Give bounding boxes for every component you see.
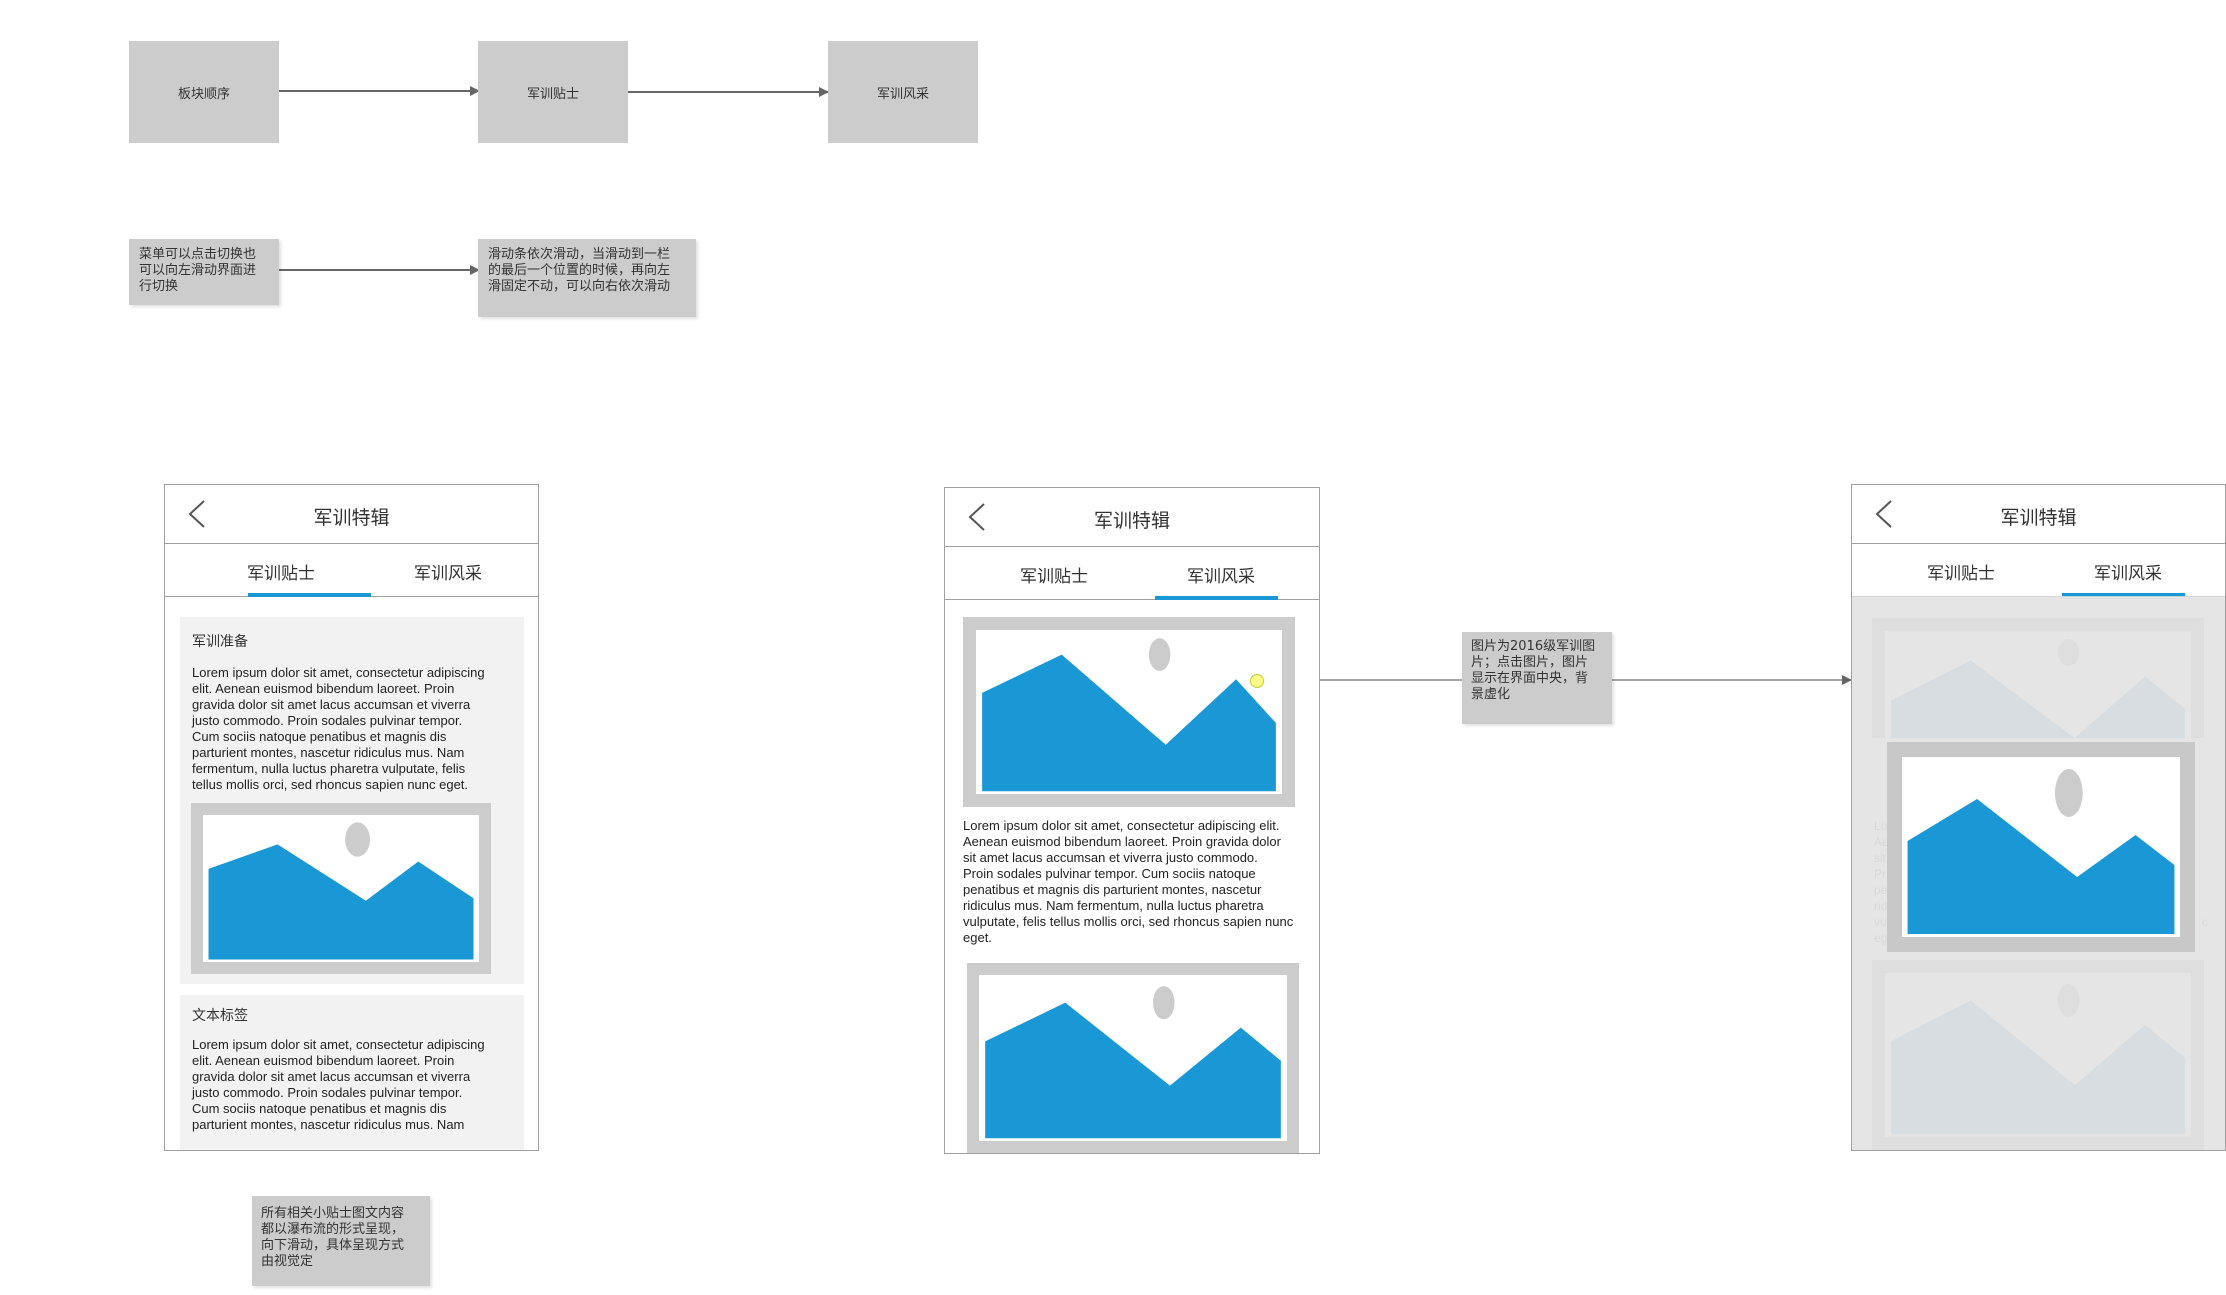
image-placeholder-inner xyxy=(203,815,479,962)
tip-card-title: 军训准备 xyxy=(192,634,248,650)
gallery-photo-inner xyxy=(976,630,1282,794)
tab-bar: 军训贴士 军训风采 xyxy=(165,543,538,597)
note-line: 滑动条依次滑动，当滑动到一栏 xyxy=(488,247,671,262)
enlarged-photo-inner xyxy=(1902,757,2180,937)
flow-box-gallery-label: 军训风采 xyxy=(876,86,929,102)
text-line: parturient montes, nascetur ridiculus mu… xyxy=(192,1117,465,1132)
text-line: gravida dolor sit amet lacus accumsan et… xyxy=(192,1069,471,1084)
text-line: tellus mollis orci, sed rhoncus sapien n… xyxy=(192,777,469,792)
text-line: sit amet lacus accumsan et viverra justo… xyxy=(963,850,1258,865)
tip-card-text: Lorem ipsum dolor sit amet, consectetur … xyxy=(192,665,485,793)
flow-box-tips-label: 军训贴士 xyxy=(526,86,579,102)
note-line: 滑固定不动，可以向右依次滑动 xyxy=(488,279,671,294)
app-header: 军训特辑 xyxy=(165,485,538,544)
text-line: Aenean euismod bibendum laoreet. Proin g… xyxy=(963,834,1281,849)
text-line: ridiculus mus. Nam fermentum, nulla luct… xyxy=(963,898,1264,913)
app-header: 军训特辑 xyxy=(1852,485,2225,544)
app-header: 军训特辑 xyxy=(945,488,1319,547)
note-line: 可以向左滑动界面进 xyxy=(139,263,257,278)
gallery-photo[interactable] xyxy=(967,963,1299,1153)
tab-gallery[interactable]: 军训风采 xyxy=(1161,562,1281,587)
flow-box-tips: 军训贴士 xyxy=(478,41,628,143)
page-title: 军训特辑 xyxy=(313,507,390,529)
selection-marker xyxy=(1250,674,1264,688)
enlarged-photo[interactable] xyxy=(1887,742,2195,952)
text-line: gravida dolor sit amet lacus accumsan et… xyxy=(192,697,471,712)
text-line: Lorem ipsum dolor sit amet, consectetur … xyxy=(963,818,1280,833)
note-line: 景虚化 xyxy=(1471,687,1511,702)
text-line: elit. Aenean euismod bibendum laoreet. P… xyxy=(192,681,455,696)
tab-gallery[interactable]: 军训风采 xyxy=(2068,559,2188,584)
text-line: Lorem ipsum dolor sit amet, consectetur … xyxy=(192,1037,485,1052)
note-line: 显示在界面中央，背 xyxy=(1471,671,1589,686)
phone-screen-gallery: 军训特辑 军训贴士 军训风采 Lorem ipsum dolor sit ame… xyxy=(944,487,1320,1154)
tab-active-indicator xyxy=(248,593,371,597)
note-menu-switch: 菜单可以点击切换也 可以向左滑动界面进 行切换 xyxy=(129,239,279,305)
text-line: justo commodo. Proin sodales pulvinar te… xyxy=(192,1085,463,1100)
tab-bar: 军训贴士 军训风采 xyxy=(945,546,1319,600)
note-line: 由视觉定 xyxy=(261,1254,314,1269)
tab-bar: 军训贴士 军训风采 xyxy=(1852,543,2225,597)
gallery-photo[interactable] xyxy=(963,617,1295,807)
text-line: elit. Aenean euismod bibendum laoreet. P… xyxy=(192,1053,455,1068)
tab-tips[interactable]: 军训贴士 xyxy=(1901,559,2021,584)
flow-box-order-label: 板块顺序 xyxy=(177,86,230,102)
text-line: parturient montes, nascetur ridiculus mu… xyxy=(192,745,465,760)
text-line: Cum sociis natoque penatibus et magnis d… xyxy=(192,729,447,744)
tab-active-indicator xyxy=(1155,596,1278,600)
phone-screen-preview: 军训特辑 军训贴士 军训风采 Lo Ae sit Pr pe rid vu eg… xyxy=(1851,484,2226,1151)
note-line: 菜单可以点击切换也 xyxy=(139,247,257,262)
note-line: 片；点击图片，图片 xyxy=(1471,655,1589,670)
tab-gallery[interactable]: 军训风采 xyxy=(388,559,508,584)
landscape-image-icon xyxy=(982,638,1276,792)
tab-tips[interactable]: 军训贴士 xyxy=(221,559,341,584)
landscape-image-icon xyxy=(985,986,1281,1139)
note-waterfall: 所有相关小贴士图文内容 都以瀑布流的形式呈现， 向下滑动，具体呈现方式 由视觉定 xyxy=(252,1196,430,1286)
gallery-photo-inner xyxy=(979,975,1287,1141)
note-line: 向下滑动，具体呈现方式 xyxy=(261,1238,405,1253)
note-slide-rule: 滑动条依次滑动，当滑动到一栏 的最后一个位置的时候，再向左 滑固定不动，可以向右… xyxy=(478,239,696,317)
page-title: 军训特辑 xyxy=(2000,507,2077,529)
image-placeholder[interactable] xyxy=(191,803,491,974)
text-line: penatibus et magnis dis parturient monte… xyxy=(963,882,1262,897)
flow-box-gallery: 军训风采 xyxy=(828,41,978,143)
text-line: Proin sodales pulvinar tempor. Cum socii… xyxy=(963,866,1256,881)
text-line: vulputate, felis tellus mollis orci, sed… xyxy=(963,914,1294,929)
text-line: Cum sociis natoque penatibus et magnis d… xyxy=(192,1101,447,1116)
note-line: 的最后一个位置的时候，再向左 xyxy=(488,263,671,278)
note-image-tap: 图片为2016级军训图 片；点击图片，图片 显示在界面中央，背 景虚化 xyxy=(1462,632,1612,724)
phone-screen-tips: 军训特辑 军训贴士 军训风采 军训准备 Lorem ipsum dolor si… xyxy=(164,484,539,1151)
text-line: justo commodo. Proin sodales pulvinar te… xyxy=(192,713,463,728)
note-line: 行切换 xyxy=(139,279,179,294)
tip-card-title: 文本标签 xyxy=(192,1008,248,1024)
text-line: Lorem ipsum dolor sit amet, consectetur … xyxy=(192,665,485,680)
text-line: eget. xyxy=(963,930,992,945)
landscape-image-icon xyxy=(208,822,474,960)
text-line: fermentum, nulla luctus pharetra vulputa… xyxy=(192,761,466,776)
note-line: 都以瀑布流的形式呈现， xyxy=(261,1222,405,1237)
gallery-text: Lorem ipsum dolor sit amet, consectetur … xyxy=(963,818,1293,946)
landscape-image-icon xyxy=(1907,769,2175,934)
note-line: 图片为2016级军训图 xyxy=(1471,639,1596,654)
flow-box-order: 板块顺序 xyxy=(129,41,279,143)
tip-card[interactable]: 军训准备 Lorem ipsum dolor sit amet, consect… xyxy=(180,617,524,984)
tip-card[interactable]: 文本标签 Lorem ipsum dolor sit amet, consect… xyxy=(180,995,524,1150)
note-line: 所有相关小贴士图文内容 xyxy=(261,1206,405,1221)
tab-tips[interactable]: 军训贴士 xyxy=(994,562,1114,587)
page-title: 军训特辑 xyxy=(1093,510,1170,532)
tip-card-text: Lorem ipsum dolor sit amet, consectetur … xyxy=(192,1037,485,1133)
